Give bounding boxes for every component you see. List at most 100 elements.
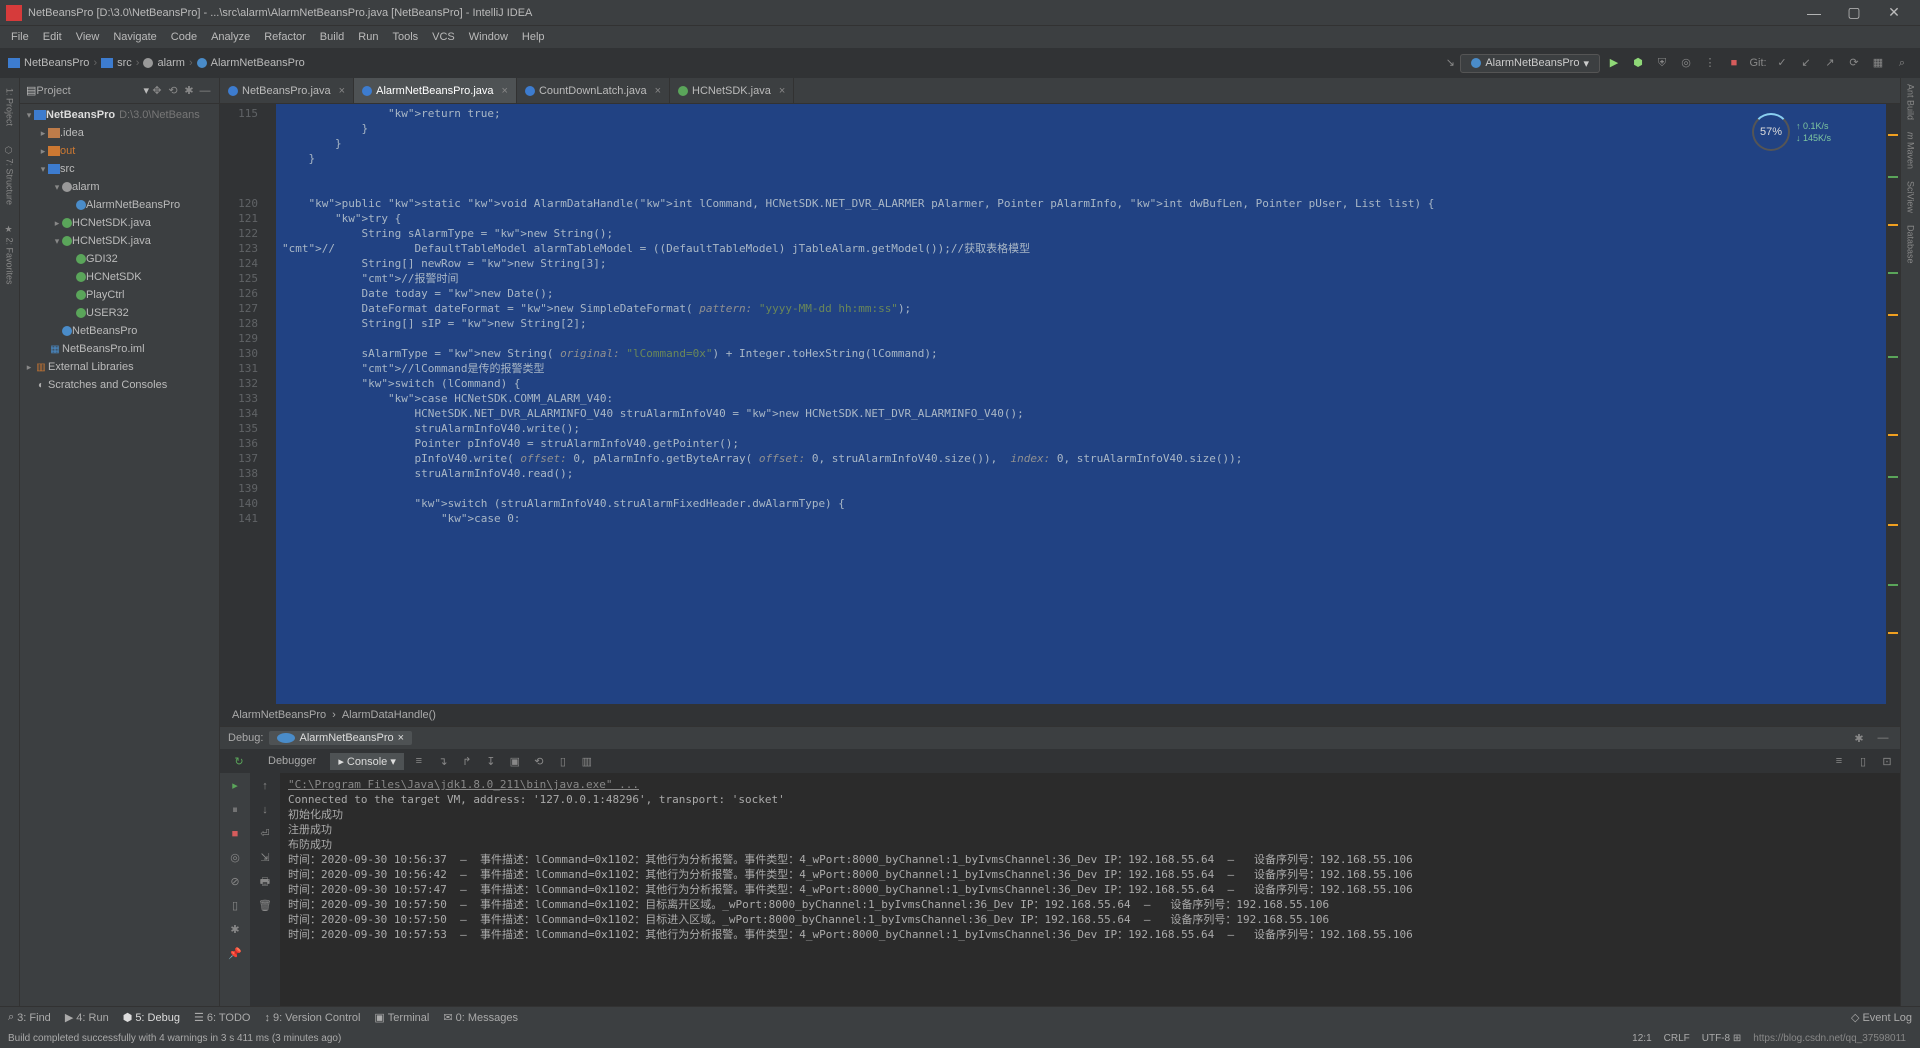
code-area[interactable]: "kw">return true; } } } "kw">public "kw"…	[276, 104, 1886, 704]
vcs-update-button[interactable]: ✓	[1772, 53, 1792, 73]
close-tab-icon[interactable]: ×	[655, 85, 661, 97]
frame-icon[interactable]: ▯	[554, 755, 572, 768]
tree-alarm[interactable]: ▾ alarm	[20, 178, 219, 196]
run-tool-button[interactable]: ▶ 4: Run	[65, 1011, 109, 1024]
step-into-icon[interactable]: ↴	[434, 755, 452, 768]
tree-idea[interactable]: ▸ .idea	[20, 124, 219, 142]
tree-hcjava2[interactable]: ▾ HCNetSDK.java	[20, 232, 219, 250]
menu-tools[interactable]: Tools	[385, 31, 425, 43]
vcs-commit-button[interactable]: ↙	[1796, 53, 1816, 73]
soft-wrap-toggle[interactable]: ⏎	[256, 825, 274, 843]
minimize-button[interactable]: —	[1794, 5, 1834, 21]
menu-vcs[interactable]: VCS	[425, 31, 462, 43]
structure-tool-button[interactable]: ⬡ 7: Structure	[5, 136, 15, 215]
tree-nbp[interactable]: NetBeansPro	[20, 322, 219, 340]
tree-user32[interactable]: USER32	[20, 304, 219, 322]
tree-extlibs[interactable]: ▸▥ External Libraries	[20, 358, 219, 376]
tree-iml[interactable]: ▦ NetBeansPro.iml	[20, 340, 219, 358]
crumb-class[interactable]: AlarmNetBeansPro	[211, 57, 305, 69]
tree-alarmnb[interactable]: AlarmNetBeansPro	[20, 196, 219, 214]
step-over-icon[interactable]: ≡	[410, 755, 428, 767]
crumb-class[interactable]: AlarmNetBeansPro	[232, 709, 326, 721]
crumb-project[interactable]: NetBeansPro	[24, 57, 89, 69]
tree-out[interactable]: ▸ out	[20, 142, 219, 160]
menu-view[interactable]: View	[69, 31, 107, 43]
stop-button[interactable]: ■	[1724, 53, 1744, 73]
tab-alarmnetbeanspro[interactable]: AlarmNetBeansPro.java×	[354, 78, 517, 103]
tab-console[interactable]: ▸ Console ▾	[330, 753, 404, 770]
debug-session-tab[interactable]: AlarmNetBeansPro×	[269, 731, 412, 745]
tree-hc[interactable]: HCNetSDK	[20, 268, 219, 286]
hide-icon[interactable]: —	[1874, 732, 1892, 744]
hammer-icon[interactable]: ↘	[1440, 53, 1460, 73]
line-separator[interactable]: CRLF	[1658, 1033, 1696, 1044]
step-out-icon[interactable]: ↱	[458, 755, 476, 768]
menu-analyze[interactable]: Analyze	[204, 31, 257, 43]
menu-build[interactable]: Build	[313, 31, 351, 43]
gear-icon[interactable]: ✱	[1850, 732, 1868, 745]
tab-hcnetsdk[interactable]: HCNetSDK.java×	[670, 78, 794, 103]
vcs-history-button[interactable]: ⟳	[1844, 53, 1864, 73]
close-tab-icon[interactable]: ×	[779, 85, 785, 97]
scroll-toggle[interactable]: ⇲	[256, 849, 274, 867]
maximize-button[interactable]: ▢	[1834, 4, 1874, 21]
down-stack-icon[interactable]: ↓	[256, 801, 274, 819]
run-config-dropdown[interactable]: AlarmNetBeansPro ▾	[1460, 54, 1600, 73]
settings-button[interactable]: ✱	[226, 921, 244, 939]
layout-icon[interactable]: ▥	[578, 755, 596, 768]
pause-button[interactable]: ⏸	[226, 801, 244, 819]
expand-all-icon[interactable]: ⟲	[165, 84, 181, 97]
crumb-method[interactable]: AlarmDataHandle()	[342, 709, 436, 721]
print-icon[interactable]: ⊡	[1878, 755, 1896, 768]
console-output[interactable]: "C:\Program Files\Java\jdk1.8.0_211\bin\…	[280, 773, 1900, 1006]
menu-run[interactable]: Run	[351, 31, 385, 43]
close-button[interactable]: ✕	[1874, 4, 1914, 21]
menu-code[interactable]: Code	[164, 31, 204, 43]
menu-edit[interactable]: Edit	[36, 31, 69, 43]
favorites-tool-button[interactable]: ★ 2: Favorites	[5, 215, 15, 295]
gear-icon[interactable]: ✱	[181, 84, 197, 97]
menu-help[interactable]: Help	[515, 31, 552, 43]
tree-scratches[interactable]: ◐ Scratches and Consoles	[20, 376, 219, 394]
sciview-tool-button[interactable]: SciView	[1906, 175, 1916, 219]
soft-wrap-icon[interactable]: ≡	[1830, 755, 1848, 767]
find-tool-button[interactable]: ⌕ 3: Find	[8, 1011, 51, 1024]
project-tree[interactable]: ▾ NetBeansProD:\3.0\NetBeans ▸ .idea ▸ o…	[20, 104, 219, 1006]
tree-gdi[interactable]: GDI32	[20, 250, 219, 268]
file-encoding[interactable]: UTF-8 ⊞	[1696, 1033, 1748, 1044]
resume-button[interactable]: ▸	[226, 777, 244, 795]
line-gutter[interactable]: 115 120121122123124125126127128129130131…	[220, 104, 264, 704]
mute-breakpoints-button[interactable]: ⊘	[226, 873, 244, 891]
editor-body[interactable]: 115 120121122123124125126127128129130131…	[220, 104, 1900, 704]
menu-navigate[interactable]: Navigate	[106, 31, 163, 43]
profile-button[interactable]: ◎	[1676, 53, 1696, 73]
select-opened-file-icon[interactable]: ✥	[149, 84, 165, 97]
ant-tool-button[interactable]: Ant Build	[1906, 78, 1916, 126]
menu-window[interactable]: Window	[462, 31, 515, 43]
ide-settings-button[interactable]: ▦	[1868, 53, 1888, 73]
up-stack-icon[interactable]: ↑	[256, 777, 274, 795]
error-stripe[interactable]	[1886, 104, 1900, 704]
editor-breadcrumb[interactable]: AlarmNetBeansPro › AlarmDataHandle()	[220, 704, 1900, 726]
run-button[interactable]: ▶	[1604, 53, 1624, 73]
project-panel-title[interactable]: Project	[36, 85, 143, 97]
print-button[interactable]: 🖶	[256, 873, 274, 891]
crumb-src[interactable]: src	[117, 57, 132, 69]
terminal-tool-button[interactable]: ▣ Terminal	[374, 1011, 429, 1024]
crumb-pkg[interactable]: alarm	[157, 57, 185, 69]
project-tool-button[interactable]: 1: Project	[5, 78, 15, 136]
tree-root[interactable]: ▾ NetBeansProD:\3.0\NetBeans	[20, 106, 219, 124]
vcs-push-button[interactable]: ↗	[1820, 53, 1840, 73]
tree-play[interactable]: PlayCtrl	[20, 286, 219, 304]
tree-hcjava[interactable]: ▸ HCNetSDK.java	[20, 214, 219, 232]
evaluate-icon[interactable]: ⟲	[530, 755, 548, 768]
tab-debugger[interactable]: Debugger	[260, 753, 324, 769]
debug-tool-button[interactable]: ⬢ 5: Debug	[123, 1011, 180, 1024]
close-icon[interactable]: ×	[398, 732, 404, 744]
search-everywhere-button[interactable]: ⌕	[1892, 53, 1912, 73]
stop-debug-button[interactable]: ■	[226, 825, 244, 843]
menu-refactor[interactable]: Refactor	[257, 31, 313, 43]
step-force-icon[interactable]: ↧	[482, 755, 500, 768]
fold-gutter[interactable]	[264, 104, 276, 704]
database-tool-button[interactable]: Database	[1906, 219, 1916, 270]
